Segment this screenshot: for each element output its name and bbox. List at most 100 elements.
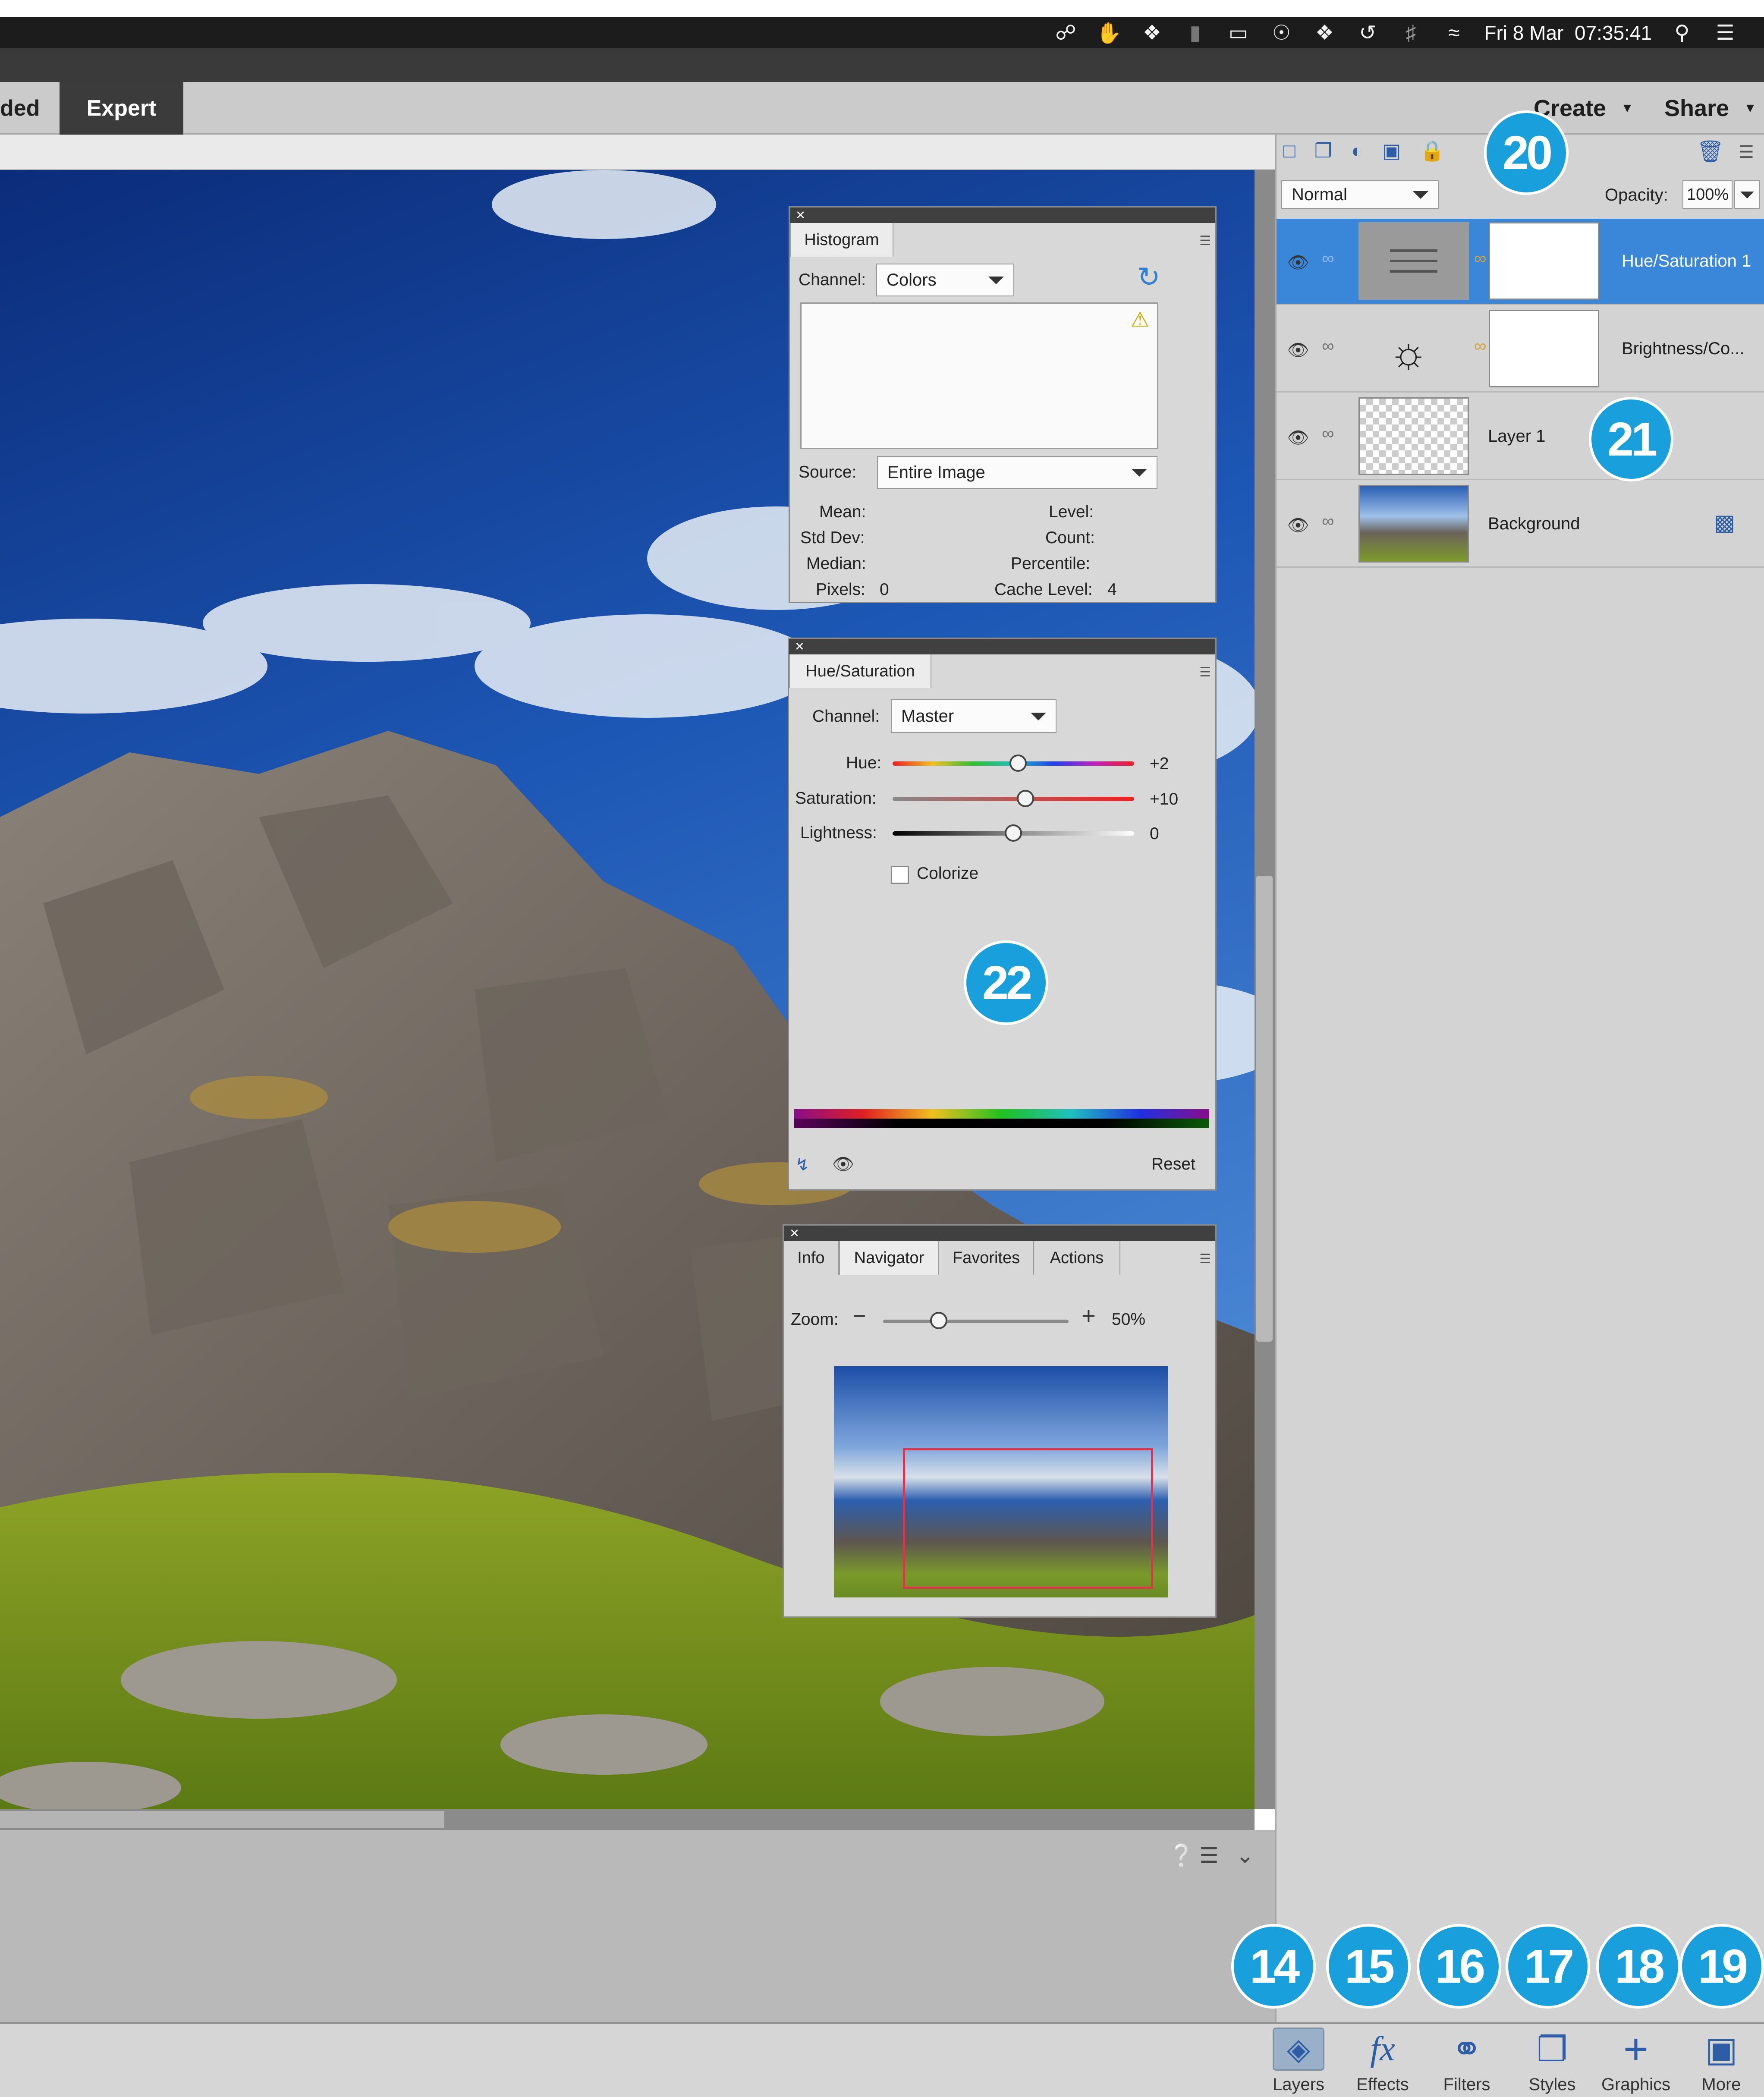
reset-button[interactable]: Reset [1151, 1155, 1195, 1174]
list-icon[interactable]: ☰ [1712, 20, 1738, 46]
saturation-label: Saturation: [795, 789, 877, 808]
chevron-down-icon[interactable]: ⌄ [1236, 1843, 1254, 1868]
creative-cloud-icon[interactable]: ☍ [1053, 20, 1079, 46]
battery-icon[interactable]: ▮ [1182, 20, 1208, 46]
wifi-icon[interactable]: ≈ [1441, 20, 1467, 46]
dropbox-icon[interactable]: ❖ [1139, 20, 1165, 46]
stat-count-label: Count: [1045, 528, 1095, 547]
tab-hue-saturation[interactable]: Hue/Saturation [789, 654, 931, 688]
effects-button[interactable]: fx Effects [1344, 2028, 1421, 2094]
panel-close-icon[interactable]: × [790, 207, 1215, 223]
tab-actions[interactable]: Actions [1034, 1241, 1120, 1275]
share-button[interactable]: Share ▼ [1664, 82, 1757, 135]
visibility-eye-icon[interactable]: 👁 [832, 1154, 854, 1174]
layer-row-background[interactable]: 👁 ∞ Background ▩ [1277, 481, 1764, 568]
layer-mask-icon[interactable]: ▣ [1382, 139, 1401, 165]
navigator-preview[interactable] [834, 1366, 1168, 1597]
panel-menu-icon[interactable]: ☰ [1199, 233, 1211, 248]
visibility-eye-icon[interactable]: 👁 [1285, 428, 1311, 448]
warning-icon[interactable]: ⚠ [1131, 308, 1149, 332]
channel-label: Channel: [812, 707, 880, 726]
panel-menu-icon[interactable]: ☰ [1199, 1843, 1219, 1868]
fx-icon: fx [1370, 2030, 1395, 2068]
graphics-button[interactable]: + Graphics [1597, 2025, 1675, 2094]
dropbox-alt-icon[interactable]: ❖ [1311, 20, 1337, 46]
trash-icon[interactable]: 🗑 [1697, 139, 1724, 164]
layer-row-layer-1[interactable]: 👁 ∞ Layer 1 [1277, 394, 1764, 480]
lock-icon[interactable]: 🔒 [1420, 139, 1444, 165]
zoom-in-icon[interactable]: + [1082, 1302, 1096, 1330]
tab-navigator[interactable]: Navigator [839, 1241, 939, 1275]
layer-row-hue-saturation[interactable]: 👁 ∞ ∞ Hue/Saturation 1 [1277, 219, 1764, 305]
menubar-clock[interactable]: Fri 8 Mar 07:35:41 [1484, 21, 1652, 44]
refresh-icon[interactable]: ↻ [1137, 261, 1160, 293]
panel-menu-icon[interactable]: ☰ [1739, 142, 1754, 162]
histogram-source-select[interactable]: Entire Image [877, 456, 1157, 489]
panel-menu-icon[interactable]: ☰ [1199, 665, 1211, 680]
panel-close-icon[interactable]: × [784, 1225, 1215, 1241]
stat-cache-label: Cache Level: [994, 580, 1093, 599]
panel-close-icon[interactable]: × [789, 638, 1215, 654]
visibility-eye-icon[interactable]: 👁 [1285, 340, 1311, 360]
time-machine-icon[interactable]: ↺ [1355, 20, 1380, 46]
tab-info[interactable]: Info [784, 1241, 839, 1275]
histogram-channel-select[interactable]: Colors [876, 264, 1014, 296]
tab-guided[interactable]: ded [0, 82, 56, 135]
accessibility-icon[interactable]: ☉ [1268, 20, 1294, 46]
opacity-field[interactable]: 100% [1682, 180, 1733, 209]
filters-button[interactable]: ⚭ Filters [1428, 2028, 1506, 2094]
link-icon[interactable]: ∞ [1322, 424, 1334, 443]
zoom-slider-thumb[interactable] [930, 1312, 947, 1329]
layer-name[interactable]: Layer 1 [1488, 427, 1545, 446]
tab-histogram[interactable]: Histogram [790, 223, 893, 257]
tab-favorites[interactable]: Favorites [939, 1241, 1034, 1275]
bluetooth-icon[interactable]: ♯ [1398, 20, 1424, 46]
colorize-label[interactable]: Colorize [917, 864, 978, 883]
styles-button[interactable]: ❐ Styles [1513, 2028, 1591, 2094]
horizontal-scroll-thumb[interactable] [0, 1811, 444, 1828]
layer-name[interactable]: Background [1488, 514, 1580, 534]
adjustment-layer-icon[interactable]: ◐ [1351, 139, 1363, 165]
tab-expert[interactable]: Expert [60, 82, 183, 135]
visibility-eye-icon[interactable]: 👁 [1285, 515, 1311, 535]
opacity-dropdown-button[interactable] [1734, 180, 1760, 209]
layers-button[interactable]: ◈ Layers [1260, 2028, 1337, 2094]
callout-22: 22 [964, 940, 1048, 1025]
link-icon[interactable]: ∞ [1322, 249, 1334, 268]
new-group-icon[interactable]: ❐ [1314, 139, 1332, 165]
help-icon[interactable]: ❔ [1168, 1843, 1195, 1868]
callout-19: 19 [1679, 1924, 1764, 2009]
lightness-slider-thumb[interactable] [1005, 824, 1022, 842]
color-bar-top [794, 1109, 1209, 1119]
layer-name[interactable]: Brightness/Co... [1622, 339, 1745, 358]
layer-row-brightness-contrast[interactable]: 👁 ∞ ☼ ∞ Brightness/Co... [1277, 306, 1764, 393]
zoom-slider-track[interactable] [883, 1320, 1069, 1323]
huesat-channel-select[interactable]: Master [891, 699, 1057, 733]
more-button[interactable]: ▣ More [1682, 2028, 1760, 2094]
saturation-slider-thumb[interactable] [1017, 790, 1034, 807]
zoom-out-icon[interactable]: − [853, 1303, 866, 1329]
hand-icon[interactable]: ✋ [1096, 20, 1122, 46]
blend-mode-select[interactable]: Normal [1281, 180, 1439, 209]
search-icon[interactable]: ⚲ [1669, 20, 1695, 46]
transparent-thumbnail [1358, 397, 1469, 475]
clip-to-layer-icon[interactable]: ↯ [795, 1155, 810, 1175]
new-layer-icon[interactable]: □ [1283, 139, 1295, 165]
locked-layer-icon[interactable]: ▩ [1714, 510, 1735, 536]
vertical-scroll-thumb[interactable] [1256, 876, 1273, 1342]
stat-percentile-label: Percentile: [1011, 554, 1091, 573]
view-rectangle[interactable] [903, 1448, 1153, 1589]
airplay-icon[interactable]: ▭ [1225, 20, 1251, 46]
colorize-checkbox[interactable] [891, 866, 909, 884]
hue-slider-thumb[interactable] [1009, 755, 1027, 772]
link-icon[interactable]: ∞ [1322, 336, 1334, 356]
layer-name[interactable]: Hue/Saturation 1 [1622, 252, 1751, 271]
stat-median-label: Median: [806, 554, 866, 573]
link-icon[interactable]: ∞ [1322, 512, 1334, 531]
stat-cache-value: 4 [1107, 580, 1117, 599]
panel-menu-icon[interactable]: ☰ [1199, 1251, 1211, 1267]
visibility-eye-icon[interactable]: 👁 [1285, 252, 1311, 273]
mac-menubar: ☍ ✋ ❖ ▮ ▭ ☉ ❖ ↺ ♯ ≈ Fri 8 Mar 07:35:41 ⚲… [0, 17, 1764, 48]
color-bar-bottom [794, 1119, 1209, 1128]
saturation-slider-track[interactable] [893, 797, 1134, 801]
